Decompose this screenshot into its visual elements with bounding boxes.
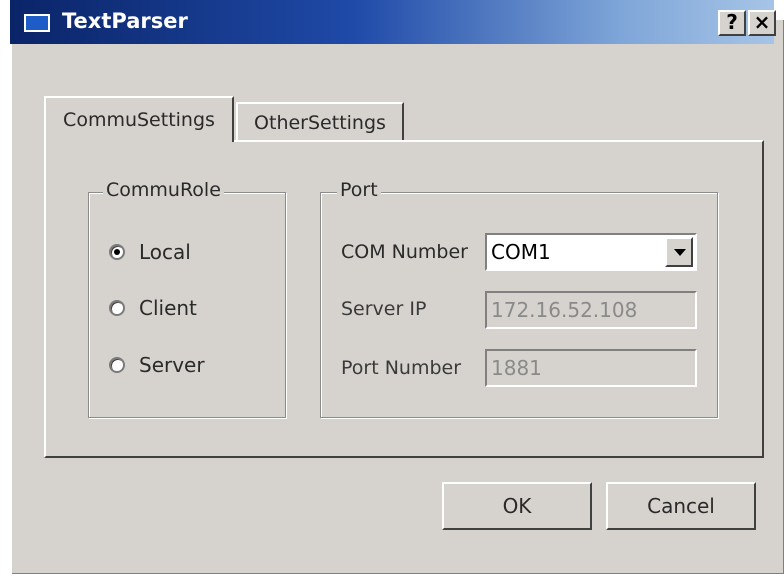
help-button[interactable]: ?	[718, 10, 746, 36]
cancel-button[interactable]: Cancel	[606, 482, 756, 530]
port-number-field: 1881	[485, 349, 697, 387]
radio-server[interactable]: Server	[109, 350, 205, 380]
radio-server-circle-icon[interactable]	[109, 357, 125, 373]
radio-server-label: Server	[139, 353, 205, 377]
server-ip-label: Server IP	[341, 298, 427, 320]
com-number-label: COM Number	[341, 241, 468, 263]
tab-commu-settings[interactable]: CommuSettings	[44, 96, 234, 142]
close-button[interactable]: ×	[748, 10, 776, 36]
tab-other-settings[interactable]: OtherSettings	[236, 102, 404, 144]
radio-local[interactable]: Local	[109, 237, 191, 267]
port-number-label: Port Number	[341, 357, 462, 379]
radio-client[interactable]: Client	[109, 293, 197, 323]
server-ip-field: 172.16.52.108	[485, 291, 697, 329]
commu-role-group-label: CommuRole	[103, 179, 224, 201]
ok-button[interactable]: OK	[442, 482, 592, 530]
window-title: TextParser	[62, 9, 188, 33]
radio-client-label: Client	[139, 296, 197, 320]
title-bar: TextParser ? ×	[10, 0, 776, 44]
radio-local-circle-icon[interactable]	[109, 244, 125, 260]
dropdown-arrow-icon[interactable]	[665, 237, 693, 267]
com-number-select[interactable]: COM1	[485, 233, 697, 271]
com-number-value: COM1	[491, 240, 551, 264]
radio-client-circle-icon[interactable]	[109, 300, 125, 316]
radio-local-label: Local	[139, 240, 191, 264]
commu-role-group: CommuRole Local Client Server	[88, 179, 286, 418]
port-group-label: Port	[337, 179, 381, 201]
tab-panel-commu-settings: CommuRole Local Client Server Port COM N…	[44, 140, 764, 458]
port-group: Port COM Number COM1 Server IP 172.16.52…	[320, 179, 718, 418]
app-window-icon	[24, 14, 50, 32]
radio-selected-dot-icon	[114, 249, 120, 255]
